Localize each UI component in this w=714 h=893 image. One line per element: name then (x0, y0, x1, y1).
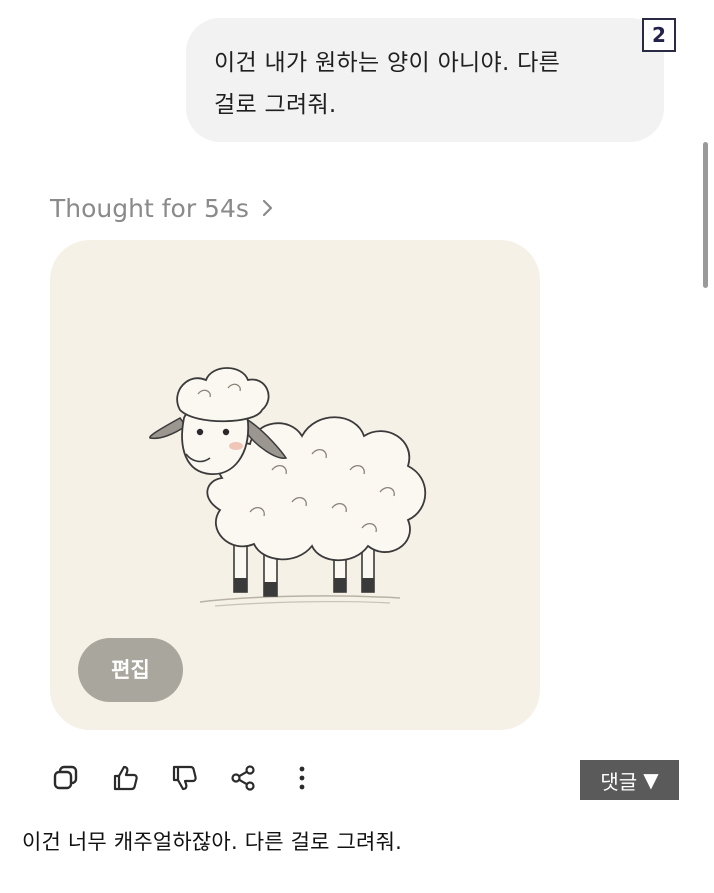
post-caption: 이건 너무 캐주얼하잖아. 다른 걸로 그려줘. (22, 830, 402, 854)
user-message-line-2: 걸로 그려줘. (214, 92, 337, 118)
scrollbar-thumb[interactable] (703, 142, 708, 288)
thought-label: Thought for 54s (50, 193, 249, 223)
message-actions (48, 756, 343, 800)
thumbs-up-icon[interactable] (107, 760, 143, 796)
copy-icon[interactable] (48, 760, 84, 796)
user-message-bubble: 이건 내가 원하는 양이 아니야. 다른 걸로 그려줘. (186, 18, 664, 142)
thought-toggle[interactable]: Thought for 54s (50, 188, 275, 228)
triangle-down-icon: ▼ (643, 768, 659, 792)
share-icon[interactable] (225, 760, 261, 796)
comment-label: 댓글 (600, 769, 638, 794)
user-message-line-1: 이건 내가 원하는 양이 아니야. 다른 (214, 50, 561, 76)
more-vertical-icon[interactable] (284, 760, 320, 796)
page-number-badge: 2 (642, 18, 676, 52)
comment-button[interactable]: 댓글 ▼ (580, 760, 679, 800)
edit-image-button[interactable]: 편집 (78, 638, 183, 702)
thumbs-down-icon[interactable] (166, 760, 202, 796)
generated-image-card[interactable]: 편집 (50, 240, 540, 730)
chevron-right-icon (261, 198, 275, 218)
